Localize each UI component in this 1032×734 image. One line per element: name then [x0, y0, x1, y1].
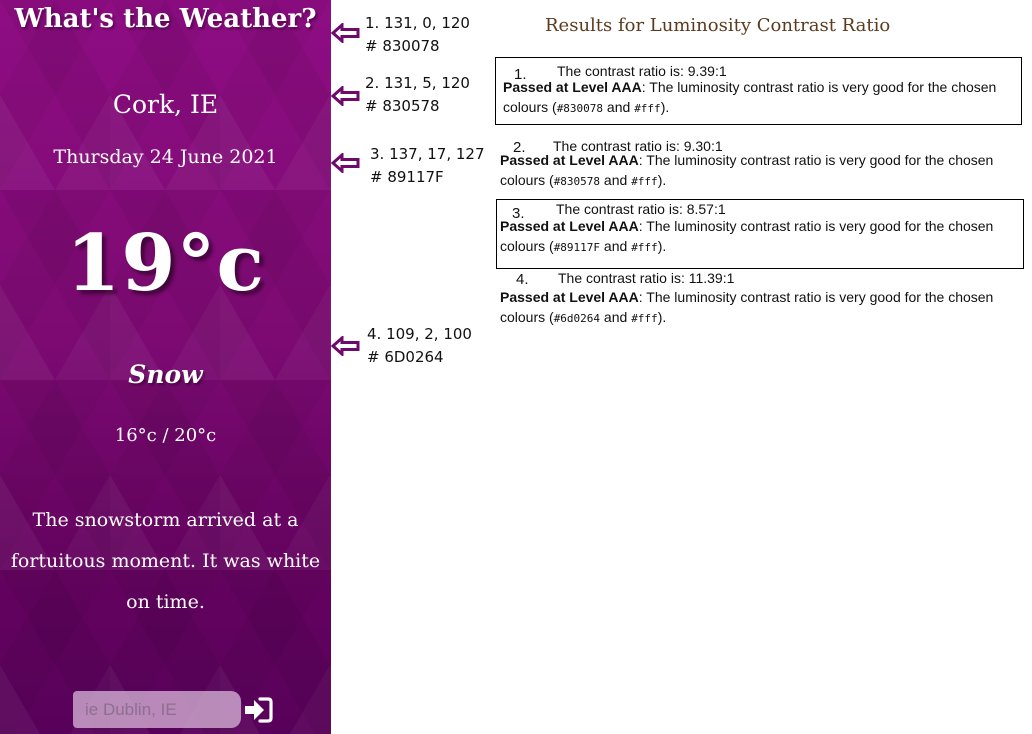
search-box [73, 691, 241, 728]
result-message: Passed at Level AAA: The luminosity cont… [500, 289, 994, 325]
city-search-input[interactable] [83, 698, 237, 721]
color-annotation-1: 1. 131, 0, 120 # 830078 [365, 12, 470, 58]
rgb-value: 2. 131, 5, 120 [365, 74, 470, 92]
result-message: Passed at Level AAA: The luminosity cont… [503, 79, 997, 115]
background-color-code: #fff [631, 312, 658, 325]
result-item-2: 2. The contrast ratio is: 9.30:1 Passed … [495, 132, 1020, 188]
pass-status: Passed at Level AAA [500, 152, 639, 168]
background-color-code: #fff [634, 102, 661, 115]
left-arrow-icon [331, 86, 360, 106]
hex-value: # 6D0264 [367, 348, 444, 366]
weather-description: The snowstorm arrived at a fortuitous mo… [10, 509, 321, 613]
color-annotation-3: 3. 137, 17, 127 # 89117F [370, 143, 485, 189]
sign-in-arrow-icon[interactable] [243, 696, 273, 724]
result-number: 4. [516, 271, 529, 288]
foreground-color-code: #89117F [553, 241, 601, 254]
city-name: Cork, IE [112, 90, 219, 119]
rgb-value: 3. 137, 17, 127 [370, 145, 485, 163]
result-message: Passed at Level AAA: The luminosity cont… [500, 152, 994, 188]
results-title: Results for Luminosity Contrast Ratio [545, 15, 891, 36]
app-title: What's the Weather? [14, 4, 317, 34]
background-color-code: #fff [631, 241, 658, 254]
left-arrow-icon [331, 153, 360, 173]
contrast-ratio: The contrast ratio is: 11.39:1 [558, 270, 735, 286]
result-item-3: 3. The contrast ratio is: 8.57:1 Passed … [496, 199, 1024, 269]
current-temperature: 19°c [65, 218, 266, 309]
left-arrow-icon [331, 336, 360, 356]
color-annotation-2: 2. 131, 5, 120 # 830578 [365, 72, 470, 118]
background-color-code: #fff [631, 175, 658, 188]
foreground-color-code: #830078 [556, 102, 604, 115]
foreground-color-code: #830578 [553, 175, 601, 188]
color-annotation-4: 4. 109, 2, 100 # 6D0264 [367, 323, 472, 369]
pass-status: Passed at Level AAA [500, 218, 639, 234]
hex-value: # 830078 [365, 37, 440, 55]
weather-panel: What's the Weather? Cork, IE Thursday 24… [0, 0, 331, 734]
left-arrow-icon [331, 23, 360, 43]
temperature-range: 16°c / 20°c [114, 425, 217, 446]
result-item-4: 4. The contrast ratio is: 11.39:1 Passed… [495, 270, 1020, 330]
hex-value: # 89117F [370, 168, 444, 186]
current-date: Thursday 24 June 2021 [53, 146, 278, 168]
result-message: Passed at Level AAA: The luminosity cont… [500, 218, 994, 254]
rgb-value: 4. 109, 2, 100 [367, 325, 472, 343]
contrast-ratio: The contrast ratio is: 8.57:1 [556, 201, 726, 217]
result-item-1: 1. The contrast ratio is: 9.39:1 Passed … [495, 57, 1022, 125]
hex-value: # 830578 [365, 97, 440, 115]
pass-status: Passed at Level AAA [500, 289, 639, 305]
rgb-value: 1. 131, 0, 120 [365, 14, 470, 32]
pass-status: Passed at Level AAA [503, 79, 642, 95]
foreground-color-code: #6d0264 [553, 312, 601, 325]
weather-condition: Snow [128, 360, 203, 389]
